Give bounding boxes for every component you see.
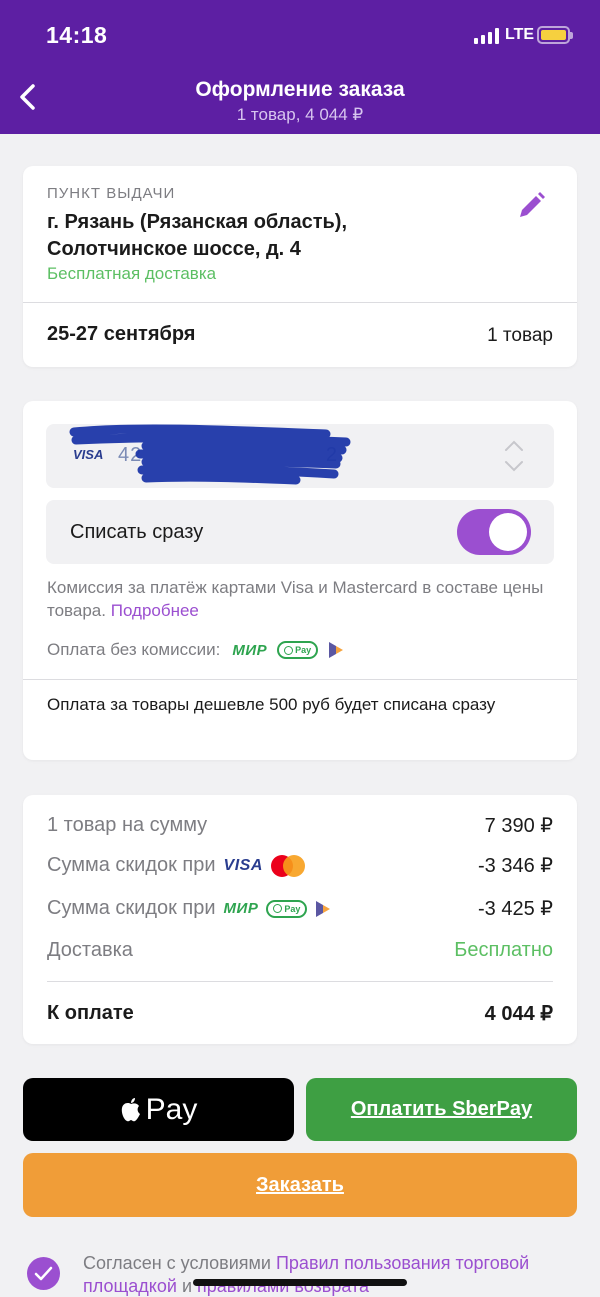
mastercard-logo: [270, 854, 305, 877]
items-count: 1 товар: [487, 325, 553, 346]
signal-icon: [474, 28, 499, 44]
status-time: 14:18: [46, 22, 108, 48]
pickup-label: ПУНКТ ВЫДАЧИ: [47, 185, 176, 202]
network-type: LTE: [505, 26, 535, 43]
instant-charge-note: Оплата за товары дешевле 500 руб будет с…: [47, 695, 496, 714]
apple-icon: [121, 1097, 140, 1121]
checkmark-icon: [34, 1266, 53, 1281]
summary-row-items: 1 товар на сумму 7 390 ₽: [47, 814, 553, 837]
nav-bar: Оформление заказа 1 товар, 4 044 ₽: [0, 66, 600, 134]
mir-logo: МИР: [232, 641, 268, 659]
pickup-address: г. Рязань (Рязанская область), Солотчинс…: [47, 211, 348, 260]
instant-charge-row: Списать сразу: [46, 500, 554, 564]
divider: [23, 302, 577, 303]
page-title: Оформление заказа: [195, 78, 405, 101]
order-button[interactable]: Заказать: [23, 1153, 577, 1217]
no-fee-row: Оплата без комиссии: МИР Pay: [47, 640, 344, 660]
summary-row-delivery: Доставка Бесплатно: [47, 939, 553, 961]
apple-pay-button[interactable]: Pay: [23, 1078, 294, 1141]
gpay-logo: Pay: [277, 641, 319, 659]
instant-charge-toggle[interactable]: [457, 509, 531, 555]
summary-row-card-discount: Сумма скидок при VISA -3 346 ₽: [47, 854, 553, 877]
order-summary-card: 1 товар на сумму 7 390 ₽ Сумма скидок пр…: [23, 795, 577, 1044]
bank-card-selector[interactable]: VISA 42 2: [46, 424, 554, 488]
summary-row-mir-discount: Сумма скидок при МИР Pay -3 425 ₽: [47, 897, 553, 920]
free-delivery-note: Бесплатная доставка: [47, 264, 217, 283]
sbp-logo: [329, 642, 344, 658]
pickup-card: ПУНКТ ВЫДАЧИ г. Рязань (Рязанская област…: [23, 166, 577, 367]
visa-logo: VISA: [223, 856, 263, 874]
redaction-scribble: [69, 424, 351, 485]
sbp-logo: [316, 900, 331, 917]
payment-card: VISA 42 2 Списать сразу Комиссия за плат…: [23, 401, 577, 760]
agreement-checkbox[interactable]: [27, 1257, 60, 1290]
gpay-logo: Pay: [266, 899, 308, 918]
status-bar: 14:18 LTE: [0, 0, 600, 66]
divider: [47, 981, 553, 982]
more-link[interactable]: Подробнее: [111, 601, 199, 620]
battery-icon: [537, 26, 573, 44]
sberpay-button[interactable]: Оплатить SberPay: [306, 1078, 577, 1141]
no-fee-label: Оплата без комиссии:: [47, 640, 221, 659]
summary-row-total: К оплате 4 044 ₽: [47, 1002, 553, 1025]
instant-charge-label: Списать сразу: [70, 521, 204, 543]
commission-info: Комиссия за платёж картами Visa и Master…: [47, 578, 544, 620]
mir-logo: МИР: [223, 900, 259, 917]
delivery-date: 25-27 сентября: [47, 323, 196, 345]
agreement-text: Согласен с условиями Правил пользования …: [83, 1253, 530, 1296]
chevron-up-down-icon: [505, 440, 523, 472]
page-subtitle: 1 товар, 4 044 ₽: [236, 105, 364, 124]
apple-pay-label: Pay: [145, 1092, 198, 1126]
edit-pencil-icon[interactable]: [515, 190, 547, 222]
divider: [23, 679, 577, 680]
home-indicator: [193, 1279, 407, 1286]
